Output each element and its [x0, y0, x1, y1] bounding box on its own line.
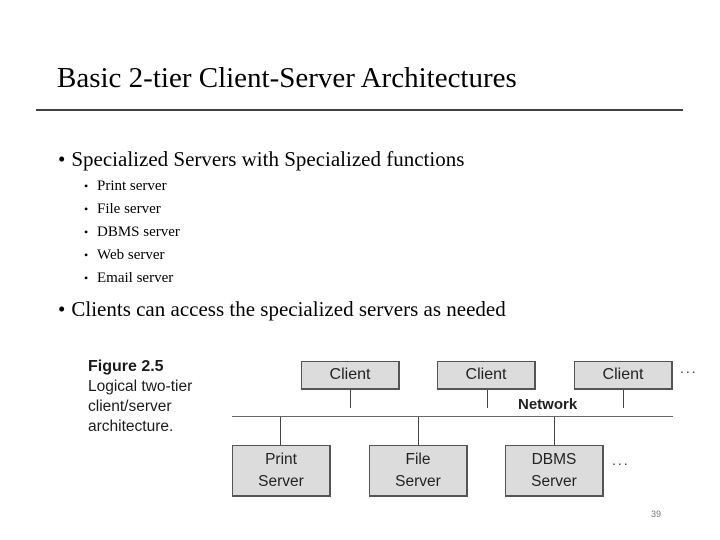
client-box: Client	[574, 361, 673, 390]
client-connector	[623, 390, 624, 408]
figure-caption: Figure 2.5 Logical two-tier client/serve…	[88, 357, 192, 437]
page-number: 39	[651, 509, 662, 519]
sub-bullet-text: DBMS server	[97, 224, 180, 240]
server-label: DBMS	[531, 451, 577, 468]
title-divider	[36, 109, 683, 111]
bullet-icon: •	[84, 202, 89, 216]
bullet-icon: •	[58, 297, 66, 321]
sub-bullet-item: • File server	[84, 201, 161, 218]
sub-bullet-text: Print server	[97, 178, 167, 194]
sub-bullet-text: File server	[97, 201, 161, 217]
bullet-icon: •	[84, 271, 89, 285]
more-servers-ellipsis: ...	[612, 452, 630, 468]
sub-bullet-item: • Email server	[84, 270, 173, 287]
slide-title: Basic 2-tier Client-Server Architectures	[57, 62, 517, 94]
server-connector	[418, 417, 419, 445]
sub-bullet-text: Email server	[97, 270, 174, 286]
bullet-item: • Specialized Servers with Specialized fu…	[58, 147, 464, 172]
server-label: Server	[531, 473, 577, 490]
server-connector	[280, 417, 281, 445]
bullet-item: • Clients can access the specialized serv…	[58, 297, 506, 322]
bullet-icon: •	[58, 147, 66, 171]
client-connector	[350, 390, 351, 408]
caption-line: client/server	[88, 398, 172, 415]
server-label: Server	[258, 473, 304, 490]
bullet-icon: •	[84, 248, 89, 262]
server-label: Print	[265, 451, 297, 468]
caption-line: architecture.	[88, 418, 174, 435]
bullet-text: Specialized Servers with Specialized fun…	[71, 147, 465, 171]
sub-bullet-item: • DBMS server	[84, 224, 180, 241]
bullet-text: Clients can access the specialized serve…	[71, 297, 506, 321]
bullet-icon: •	[84, 225, 89, 239]
sub-bullet-text: Web server	[97, 247, 165, 263]
figure-number: Figure 2.5	[88, 358, 164, 375]
network-line	[232, 416, 673, 417]
sub-bullet-item: • Web server	[84, 247, 165, 264]
server-label: File	[405, 451, 431, 468]
bullet-icon: •	[84, 179, 89, 193]
server-connector	[554, 417, 555, 445]
network-label: Network	[518, 396, 578, 413]
caption-line: Logical two-tier	[88, 378, 193, 395]
client-box: Client	[437, 361, 536, 390]
more-clients-ellipsis: ...	[680, 360, 698, 376]
sub-bullet-item: • Print server	[84, 178, 167, 195]
print-server-box: Print Server	[232, 445, 331, 497]
client-box: Client	[301, 361, 400, 390]
server-label: Server	[395, 473, 441, 490]
client-connector	[487, 390, 488, 408]
file-server-box: File Server	[369, 445, 468, 497]
dbms-server-box: DBMS Server	[505, 445, 604, 497]
